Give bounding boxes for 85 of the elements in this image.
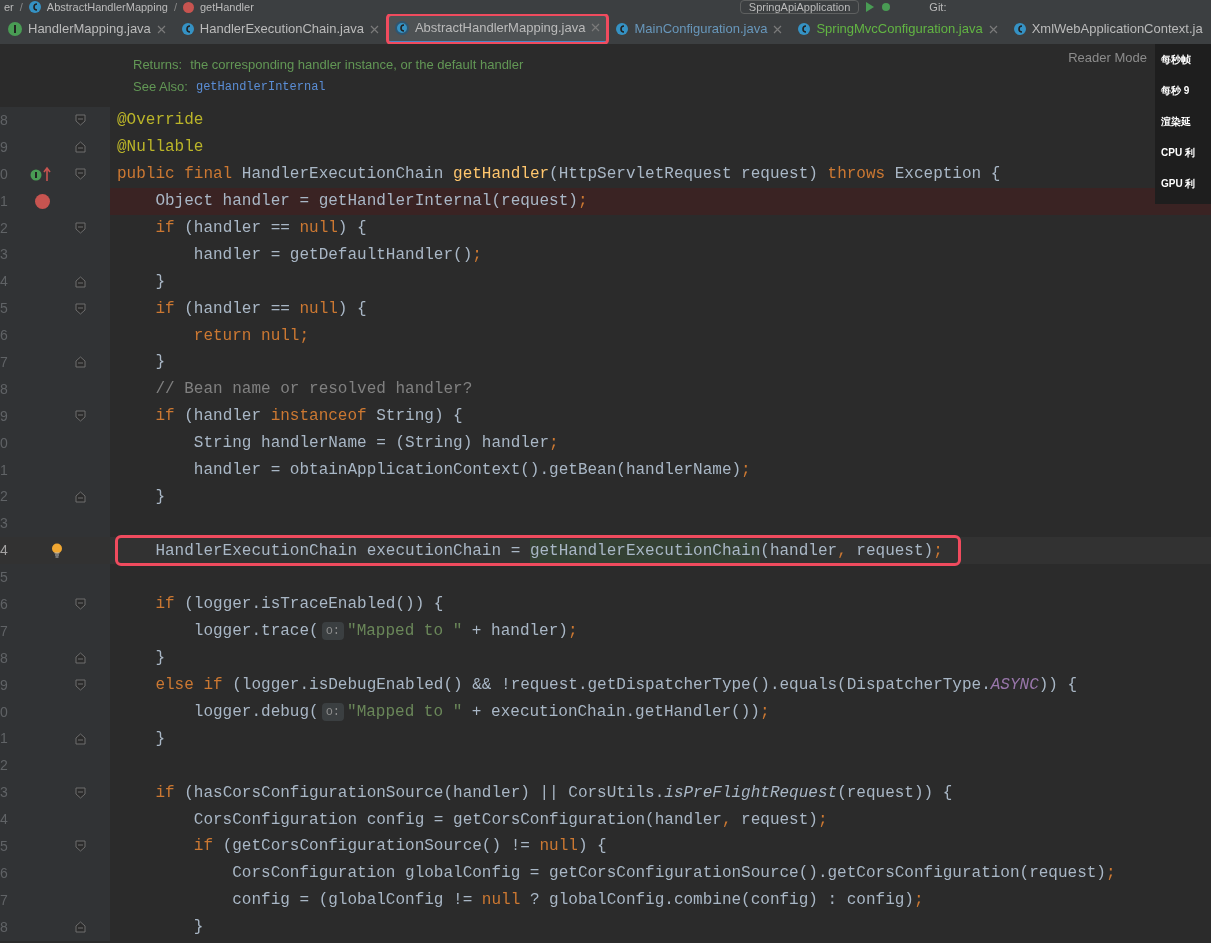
code-line: @Override xyxy=(117,110,204,132)
fold-marker-icon[interactable] xyxy=(74,786,86,799)
path-separator: / xyxy=(173,0,177,15)
editor-tab[interactable]: SpringMvcConfiguration.java xyxy=(790,14,1006,44)
code-line: } xyxy=(154,728,165,750)
performance-metric: GPU 利 xyxy=(1161,177,1197,191)
fold-marker-icon[interactable] xyxy=(74,410,86,423)
doc-link[interactable]: getHandlerInternal xyxy=(195,77,326,96)
breadcrumb-item[interactable]: er xyxy=(4,0,14,16)
code-line: public final HandlerExecutionChain getHandler(HttpServletRequest request) throws Exception { xyxy=(117,164,1001,186)
class-icon xyxy=(28,1,41,13)
class-icon xyxy=(798,23,811,35)
fold-marker-icon[interactable] xyxy=(74,921,86,934)
interface-icon xyxy=(8,22,22,36)
lightbulb-icon[interactable] xyxy=(51,543,63,559)
fold-marker-icon[interactable] xyxy=(74,222,86,234)
editor-tab[interactable]: HandlerExecutionChain.java xyxy=(173,14,387,44)
performance-metric: CPU 利 xyxy=(1161,146,1196,160)
code-line: if (hasCorsConfigurationSource(handler) || CorsUtils.isPreFlightRequest(request)) { xyxy=(154,782,953,804)
abstract-class-icon xyxy=(394,20,409,35)
debug-icon[interactable] xyxy=(881,2,892,12)
doc-label: Returns: xyxy=(133,55,183,74)
code-line: } xyxy=(192,917,204,939)
editor-tab[interactable]: HandlerMapping.java xyxy=(0,14,174,44)
code-line: // Bean name or resolved handler? xyxy=(154,379,473,401)
fold-marker-icon[interactable] xyxy=(74,114,86,127)
code-line: else if (logger.isDebugEnabled() && !request.getDispatcherType().equals(DispatcherType.ASYNC)) { xyxy=(154,675,1078,697)
close-icon[interactable] xyxy=(591,23,601,32)
editor-tab[interactable]: AbstractHandlerMapping.java xyxy=(386,14,609,44)
breadcrumb-item[interactable]: getHandler xyxy=(200,0,254,16)
class-icon xyxy=(616,23,629,35)
performance-metric: 每秒 9 xyxy=(1161,84,1191,98)
path-separator: / xyxy=(19,0,23,15)
breakpoint-icon[interactable] xyxy=(34,193,50,209)
close-icon[interactable] xyxy=(156,24,166,34)
code-line: @Nullable xyxy=(117,137,204,159)
fold-marker-icon[interactable] xyxy=(74,275,86,288)
code-line: CorsConfiguration globalConfig = getCorsConfigurationSource().getCorsConfiguration(request); xyxy=(231,863,1116,885)
close-icon[interactable] xyxy=(988,24,998,34)
editor-tab[interactable]: MainConfiguration.java xyxy=(608,14,791,44)
fold-marker-icon[interactable] xyxy=(74,652,86,665)
fold-marker-icon[interactable] xyxy=(74,732,86,745)
editor-tab[interactable]: XmlWebApplicationContext.ja xyxy=(1005,14,1211,44)
code-line: logger.trace( o: "Mapped to " + handler); xyxy=(192,621,578,643)
breadcrumb-item[interactable]: AbstractHandlerMapping xyxy=(46,0,168,16)
performance-metric: 每秒帧 xyxy=(1161,53,1192,67)
implements-method-icon[interactable] xyxy=(30,166,54,183)
code-line: return null; xyxy=(192,325,310,347)
reader-mode-label[interactable]: Reader Mode xyxy=(1068,48,1147,68)
doc-label: See Also: xyxy=(133,77,188,96)
method-icon xyxy=(183,1,194,13)
code-line: logger.debug( o: "Mapped to " + executionChain.getHandler()); xyxy=(192,702,770,724)
close-icon[interactable] xyxy=(773,24,783,34)
code-line: config = (globalConfig != null ? globalConfig.combine(config) : config); xyxy=(231,890,924,912)
class-icon xyxy=(181,23,194,35)
fold-marker-icon[interactable] xyxy=(74,598,86,611)
doc-text: the corresponding handler instance, or the default handler xyxy=(190,55,524,74)
run-icon[interactable] xyxy=(865,2,876,12)
code-line: if (logger.isTraceEnabled()) { xyxy=(154,594,444,616)
code-line: } xyxy=(154,352,165,374)
code-line: } xyxy=(154,486,165,508)
close-icon[interactable] xyxy=(369,24,379,34)
fold-marker-icon[interactable] xyxy=(74,141,86,154)
fold-marker-icon[interactable] xyxy=(74,356,86,369)
code-line: if (handler == null) { xyxy=(154,218,367,239)
code-line: CorsConfiguration config = getCorsConfiguration(handler, request); xyxy=(192,809,828,831)
fold-marker-icon[interactable] xyxy=(74,490,86,503)
performance-metric: 渲染延 xyxy=(1161,115,1192,129)
code-line: String handlerName = (String) handler; xyxy=(192,433,559,455)
code-line: } xyxy=(154,648,165,670)
code-line: if (handler instanceof String) { xyxy=(154,406,463,428)
code-line: Object handler = getHandlerInternal(request); xyxy=(154,191,588,213)
code-line: if (getCorsConfigurationSource() != null) { xyxy=(192,836,607,858)
class-icon xyxy=(1013,23,1026,35)
code-line: HandlerExecutionChain executionChain = getHandlerExecutionChain(handler, request); xyxy=(117,537,959,565)
code-line: handler = obtainApplicationContext().getBean(handlerName); xyxy=(192,460,751,481)
code-line: if (handler == null) { xyxy=(154,298,367,320)
git-label: Git: xyxy=(929,0,947,15)
fold-marker-icon[interactable] xyxy=(74,679,86,692)
fold-marker-icon[interactable] xyxy=(74,302,86,315)
code-line: handler = getDefaultHandler(); xyxy=(192,244,482,266)
fold-marker-icon[interactable] xyxy=(74,840,86,853)
fold-marker-icon[interactable] xyxy=(74,168,86,181)
code-line: } xyxy=(154,271,165,293)
line-number: 4 xyxy=(0,541,9,561)
